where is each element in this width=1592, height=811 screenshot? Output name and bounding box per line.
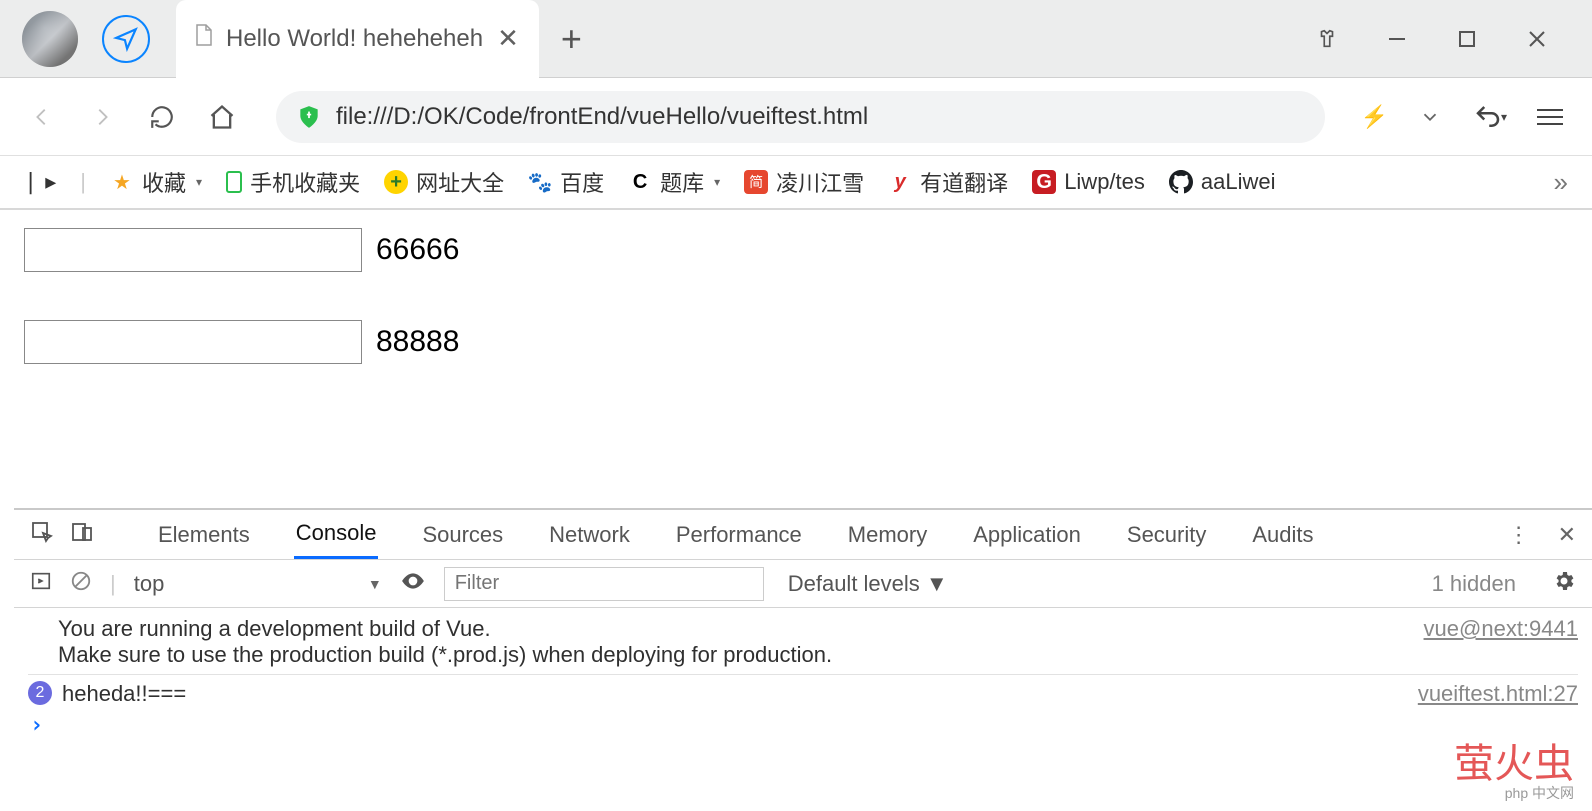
navigation-bar: file:///D:/OK/Code/frontEnd/vueHello/vue… [0, 78, 1592, 156]
tab-security[interactable]: Security [1125, 512, 1208, 558]
gitee-icon: G [1032, 170, 1056, 194]
page-content: 66666 88888 [0, 210, 1592, 430]
console-line: You are running a development build of V… [28, 614, 1578, 670]
phone-icon [226, 171, 242, 193]
devtools-close-icon[interactable]: ✕ [1558, 522, 1576, 548]
reload-button[interactable] [144, 99, 180, 135]
minimize-button[interactable] [1386, 28, 1408, 50]
tab-memory[interactable]: Memory [846, 512, 929, 558]
bookmark-siteall[interactable]: +网址大全 [384, 166, 504, 198]
url-text: file:///D:/OK/Code/frontEnd/vueHello/vue… [336, 103, 868, 131]
console-toolbar: | top▼ Default levels ▼ 1 hidden [14, 560, 1592, 608]
tab-elements[interactable]: Elements [156, 512, 252, 558]
new-tab-button[interactable]: + [561, 18, 582, 60]
github-icon [1169, 170, 1193, 194]
log-levels-selector[interactable]: Default levels ▼ [788, 571, 948, 597]
home-button[interactable] [204, 99, 240, 135]
source-link[interactable]: vueiftest.html:27 [1418, 681, 1578, 707]
close-window-button[interactable] [1526, 28, 1548, 50]
baidu-icon: 🐾 [528, 170, 552, 194]
youdao-icon: y [888, 170, 912, 194]
console-sidebar-toggle-icon[interactable] [30, 570, 52, 598]
window-titlebar: Hello World! heheheheh ✕ + [0, 0, 1592, 78]
console-prompt[interactable]: › [28, 709, 1578, 742]
plus-circle-icon: + [384, 170, 408, 194]
book-icon: C [628, 170, 652, 194]
browser-tab[interactable]: Hello World! heheheheh ✕ [176, 0, 539, 78]
tab-performance[interactable]: Performance [674, 512, 804, 558]
bookmark-tiku[interactable]: C题库▾ [628, 166, 720, 198]
content-row-1: 66666 [24, 228, 1568, 272]
tab-title: Hello World! heheheheh [226, 25, 483, 53]
console-output: You are running a development build of V… [14, 608, 1592, 811]
gear-icon[interactable] [1552, 569, 1576, 599]
menu-button[interactable] [1532, 99, 1568, 135]
context-selector[interactable]: top▼ [134, 571, 382, 597]
bookmarks-toggle[interactable]: |▸ [24, 169, 56, 195]
file-icon [194, 23, 214, 54]
input-2[interactable] [24, 320, 362, 364]
profile-avatar[interactable] [22, 11, 78, 67]
bookmark-baidu[interactable]: 🐾百度 [528, 166, 604, 198]
back-button[interactable] [24, 99, 60, 135]
tab-console[interactable]: Console [294, 510, 379, 559]
star-icon: ★ [110, 170, 134, 194]
bookmark-mobile[interactable]: 手机收藏夹 [226, 166, 360, 198]
navigate-icon[interactable] [102, 15, 150, 63]
input-1[interactable] [24, 228, 362, 272]
clear-console-icon[interactable] [70, 570, 92, 598]
content-row-2: 88888 [24, 320, 1568, 364]
bookmark-liwp[interactable]: GLiwp/tes [1032, 169, 1145, 195]
hidden-count: 1 hidden [1432, 571, 1516, 597]
wardrobe-icon[interactable] [1316, 28, 1338, 50]
repeat-count-badge: 2 [28, 681, 52, 705]
tab-network[interactable]: Network [547, 512, 632, 558]
chevron-down-icon[interactable] [1412, 99, 1448, 135]
bookmarks-bar: |▸ | ★收藏▾ 手机收藏夹 +网址大全 🐾百度 C题库▾ 简凌川江雪 y有道… [0, 156, 1592, 210]
console-filter-input[interactable] [444, 567, 764, 601]
bookmark-favorites[interactable]: ★收藏▾ [110, 166, 202, 198]
tab-audits[interactable]: Audits [1250, 512, 1315, 558]
devtools-panel: Elements Console Sources Network Perform… [14, 508, 1592, 811]
flash-icon[interactable]: ⚡ [1361, 104, 1388, 130]
bookmark-youdao[interactable]: y有道翻译 [888, 166, 1008, 198]
element-picker-icon[interactable] [30, 520, 54, 550]
forward-button[interactable] [84, 99, 120, 135]
bookmark-aaliwei[interactable]: aaLiwei [1169, 169, 1276, 195]
more-bookmarks-icon[interactable]: » [1554, 167, 1568, 198]
tab-sources[interactable]: Sources [420, 512, 505, 558]
shield-icon [296, 104, 322, 130]
jian-icon: 简 [744, 170, 768, 194]
undo-icon[interactable]: ▾ [1472, 99, 1508, 135]
value-1: 66666 [376, 233, 459, 267]
kebab-menu-icon[interactable]: ⋮ [1508, 522, 1530, 548]
devtools-picker [30, 520, 94, 550]
console-line: 2 heheda!!=== vueiftest.html:27 [28, 674, 1578, 709]
address-bar[interactable]: file:///D:/OK/Code/frontEnd/vueHello/vue… [276, 91, 1325, 143]
maximize-button[interactable] [1456, 28, 1478, 50]
window-controls [1316, 28, 1592, 50]
tab-application[interactable]: Application [971, 512, 1083, 558]
value-2: 88888 [376, 325, 459, 359]
live-expression-icon[interactable] [400, 568, 426, 600]
close-tab-icon[interactable]: ✕ [497, 23, 519, 54]
devtools-tabs: Elements Console Sources Network Perform… [14, 510, 1592, 560]
source-link[interactable]: vue@next:9441 [1424, 616, 1578, 642]
device-toggle-icon[interactable] [70, 520, 94, 550]
bookmark-ling[interactable]: 简凌川江雪 [744, 166, 864, 198]
